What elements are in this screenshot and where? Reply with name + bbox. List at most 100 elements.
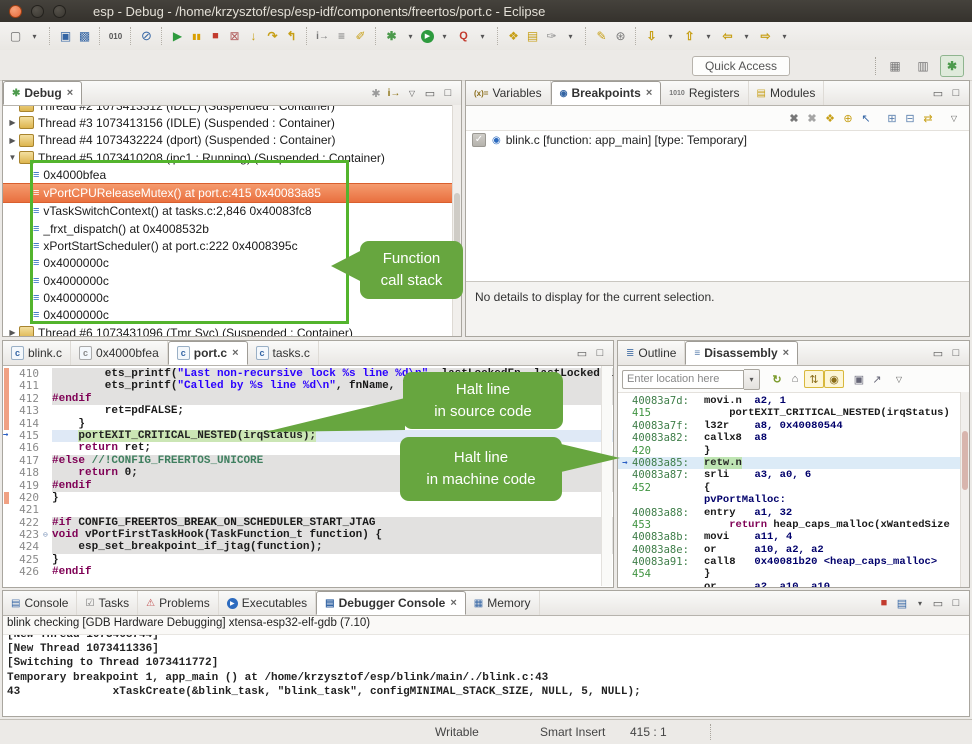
tab-tasks[interactable]: ☑ Tasks (77, 591, 138, 615)
open-resource-icon[interactable]: ▤ (524, 28, 541, 45)
disassembly-line[interactable]: 420} (618, 445, 969, 457)
forward-dropdown[interactable]: ▾ (776, 28, 793, 45)
run-icon[interactable]: ▶ (421, 30, 434, 43)
new-icon[interactable]: ▢ (7, 28, 24, 45)
fold-marker-icon[interactable]: ⊖ (43, 529, 52, 541)
tab-variables[interactable]: (x)= Variables (466, 81, 551, 105)
debug-stack-frame-row[interactable]: ≡_frxt_dispatch() at 0x4008532b (3, 220, 461, 237)
window-close-button[interactable] (9, 5, 22, 18)
tab-port-c[interactable]: c port.c × (168, 341, 248, 365)
pin-view-icon[interactable]: ↗ (868, 371, 886, 387)
tab-memory[interactable]: ▦ Memory (466, 591, 540, 615)
step-into-icon[interactable]: ↓ (245, 28, 262, 45)
expand-all-icon[interactable]: ⊞ (883, 110, 901, 126)
minimize-icon[interactable]: ▭ (929, 85, 947, 101)
debug-thread-row[interactable]: ▶Thread #6 1073431096 (Tmr Svc) (Suspend… (3, 324, 461, 337)
open-type-icon[interactable]: ❖ (505, 28, 522, 45)
window-minimize-button[interactable] (31, 5, 44, 18)
tab-disassembly[interactable]: ≡ Disassembly × (685, 341, 798, 365)
tab-breakpoints[interactable]: ◉ Breakpoints × (551, 81, 662, 105)
disconnect-icon[interactable]: ⊠ (226, 28, 243, 45)
binary-icon[interactable]: 010 (107, 28, 124, 45)
build-icon[interactable]: ⊛ (612, 28, 629, 45)
go-last-icon[interactable]: ⇧ (681, 28, 698, 45)
disassembly-line[interactable]: pvPortMalloc: (618, 494, 969, 506)
debug-thread-row[interactable]: ▼Thread #5 1073410208 (ipc1 : Running) (… (3, 149, 461, 166)
minimize-icon[interactable]: ▭ (929, 345, 947, 361)
refresh-icon[interactable]: ↻ (768, 371, 786, 387)
disassembly-code-area[interactable]: 40083a7d:movi.n a2, 1415 portEXIT_CRITIC… (618, 393, 969, 588)
editor-code-line[interactable]: 422#if CONFIG_FREERTOS_BREAK_ON_SCHEDULE… (3, 517, 613, 529)
expand-icon[interactable]: ▶ (6, 328, 19, 337)
window-maximize-button[interactable] (53, 5, 66, 18)
debug-stack-frame-row[interactable]: ≡0x4000bfea (3, 166, 461, 183)
open-perspective-button[interactable]: ▦ (884, 56, 906, 76)
close-icon[interactable]: × (232, 347, 238, 359)
tab-debug[interactable]: ✱ Debug × (3, 81, 82, 105)
display-selected-console-icon[interactable]: ▤ (893, 595, 911, 611)
back-dropdown[interactable]: ▾ (738, 28, 755, 45)
forward-icon[interactable]: ⇨ (757, 28, 774, 45)
maximize-icon[interactable]: □ (947, 345, 965, 361)
disassembly-line[interactable]: →40083a85:retw.n (618, 457, 969, 469)
tab-debugger-console[interactable]: ▤ Debugger Console × (316, 591, 466, 615)
debug-dropdown[interactable]: ▾ (402, 28, 419, 45)
tab-tasks-c[interactable]: c tasks.c (248, 341, 319, 365)
maximize-icon[interactable]: □ (947, 85, 965, 101)
editor-code-line[interactable]: 421 (3, 504, 613, 516)
resume-icon[interactable]: ▶ (169, 28, 186, 45)
editor-overview-ruler[interactable] (601, 366, 612, 586)
location-input[interactable]: Enter location here (622, 370, 744, 389)
tab-blink-c[interactable]: c blink.c (3, 341, 71, 365)
disassembly-line[interactable]: 452{ (618, 482, 969, 494)
remove-all-breakpoints-icon[interactable]: ✖ (803, 110, 821, 126)
external-tools-dropdown[interactable]: ▾ (562, 28, 579, 45)
close-icon[interactable]: × (67, 87, 73, 99)
new-view-icon[interactable]: ▣ (850, 371, 868, 387)
link-with-debug-icon[interactable]: ⇄ (919, 110, 937, 126)
external-tools-icon[interactable]: ✑ (543, 28, 560, 45)
run-dropdown[interactable]: ▾ (436, 28, 453, 45)
minimize-icon[interactable]: ▭ (573, 345, 591, 361)
tab-executables[interactable]: ▶ Executables (219, 591, 316, 615)
close-icon[interactable]: × (450, 597, 456, 609)
show-supported-breakpoints-icon[interactable]: ❖ (821, 110, 839, 126)
skip-all-breakpoints-icon[interactable]: ↖ (857, 110, 875, 126)
disassembly-line[interactable]: or a2, a10, a10 (618, 581, 969, 588)
remove-terminated-icon[interactable]: ✱ (367, 85, 385, 101)
editor-code-line[interactable]: 424 esp_set_breakpoint_if_jtag(function)… (3, 541, 613, 553)
disassembly-line[interactable]: 40083a87:srli a3, a0, 6 (618, 469, 969, 481)
maximize-icon[interactable]: □ (439, 85, 457, 101)
disassembly-line[interactable]: 40083a88:entry a1, 32 (618, 507, 969, 519)
minimize-icon[interactable]: ▭ (421, 85, 439, 101)
cpp-perspective-button[interactable]: ▥ (912, 56, 934, 76)
back-icon[interactable]: ⇦ (719, 28, 736, 45)
track-expression-icon[interactable]: ◉ (824, 370, 844, 388)
profile-icon[interactable]: Q (455, 28, 472, 45)
maximize-icon[interactable]: □ (591, 345, 609, 361)
step-filters-icon[interactable]: ≡ (333, 28, 350, 45)
debug-thread-row[interactable]: ▶Thread #3 1073413156 (IDLE) (Suspended … (3, 114, 461, 131)
expand-icon[interactable]: ▶ (6, 118, 19, 127)
location-dropdown-icon[interactable]: ▾ (744, 369, 760, 390)
editor-code-line[interactable]: 425} (3, 554, 613, 566)
tab-problems[interactable]: ⚠ Problems (138, 591, 219, 615)
disassembly-line[interactable]: 453 return heap_caps_malloc(xWantedSize (618, 519, 969, 531)
go-last-dropdown[interactable]: ▾ (700, 28, 717, 45)
save-all-icon[interactable]: ▩ (76, 28, 93, 45)
new-dropdown[interactable]: ▾ (26, 28, 43, 45)
debug-stack-frame-row[interactable]: ≡vTaskSwitchContext() at tasks.c:2,846 0… (3, 203, 461, 220)
disassembly-line[interactable]: 40083a7f:l32r a8, 0x40080544 (618, 420, 969, 432)
quick-access-button[interactable]: Quick Access (692, 56, 790, 76)
disassembly-line[interactable]: 40083a8b:movi a11, 4 (618, 531, 969, 543)
profile-dropdown[interactable]: ▾ (474, 28, 491, 45)
expand-icon[interactable]: ▶ (6, 136, 19, 145)
debug-icon[interactable]: ✱ (383, 28, 400, 45)
editor-code-line[interactable]: 423⊖void vPortFirstTaskHook(TaskFunction… (3, 529, 613, 541)
disassembly-line[interactable]: 40083a91:call8 0x40081b20 <heap_caps_mal… (618, 556, 969, 568)
collapse-icon[interactable]: ▼ (6, 153, 19, 162)
terminate-icon[interactable]: ■ (207, 28, 224, 45)
tab-modules[interactable]: ▤ Modules (749, 81, 825, 105)
tab-0x4000bfea[interactable]: c 0x4000bfea (71, 341, 168, 365)
suspend-icon[interactable]: ▮▮ (188, 28, 205, 45)
